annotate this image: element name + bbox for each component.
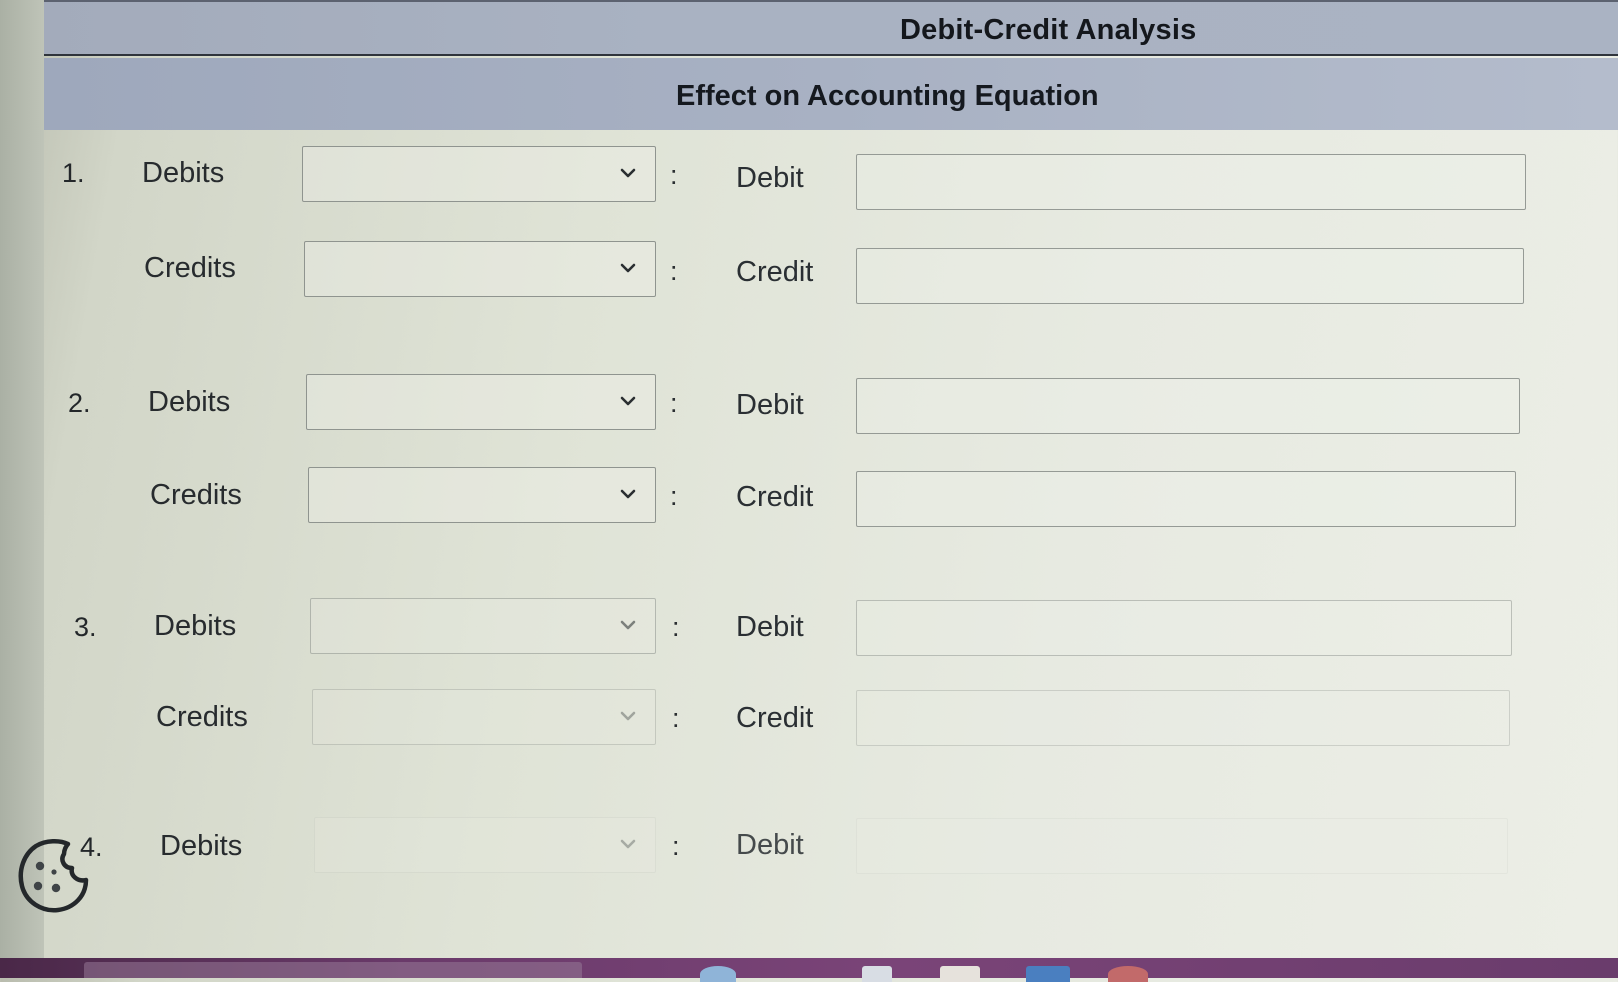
credit-effect-field[interactable] <box>856 690 1510 746</box>
chevron-down-icon <box>620 263 636 273</box>
credits-account-select[interactable] <box>304 241 656 297</box>
credit-effect-field[interactable] <box>856 471 1516 527</box>
taskbar-app-icon[interactable] <box>700 966 736 982</box>
chevron-down-icon <box>620 489 636 499</box>
separator: : <box>672 831 680 861</box>
section-heading: Effect on Accounting Equation <box>676 80 1099 112</box>
taskbar-app-icon[interactable] <box>862 966 892 982</box>
debits-label: Debits <box>142 157 225 189</box>
debit-effect-field[interactable] <box>856 600 1512 656</box>
debits-account-select[interactable] <box>306 374 656 430</box>
separator: : <box>672 703 680 733</box>
cookie-icon[interactable] <box>16 836 90 914</box>
credits-account-select[interactable] <box>312 689 656 745</box>
title-bar: Debit-Credit Analysis <box>44 0 1618 56</box>
row-number: 3. <box>74 612 97 642</box>
credit-label: Credit <box>736 256 814 288</box>
credits-label: Credits <box>156 701 248 733</box>
taskbar-app-icon[interactable] <box>1026 966 1070 982</box>
debit-effect-field[interactable] <box>856 818 1508 874</box>
chevron-down-icon <box>620 620 636 630</box>
taskbar-app-icon[interactable] <box>940 966 980 982</box>
subtitle-bar: Effect on Accounting Equation <box>44 58 1618 130</box>
debit-label: Debit <box>736 162 804 194</box>
debits-label: Debits <box>160 830 243 862</box>
screen: Debit-Credit Analysis Effect on Accounti… <box>0 0 1618 958</box>
row-number: 2. <box>68 388 91 418</box>
credit-label: Credit <box>736 481 814 513</box>
credit-label: Credit <box>736 702 814 734</box>
debits-account-select[interactable] <box>310 598 656 654</box>
debit-effect-field[interactable] <box>856 154 1526 210</box>
chevron-down-icon <box>620 168 636 178</box>
taskbar <box>0 958 1618 982</box>
credits-label: Credits <box>150 479 242 511</box>
debit-label: Debit <box>736 611 804 643</box>
debit-effect-field[interactable] <box>856 378 1520 434</box>
separator: : <box>670 481 678 511</box>
chevron-down-icon <box>620 711 636 721</box>
debit-label: Debit <box>736 389 804 421</box>
debits-account-select[interactable] <box>314 817 656 873</box>
chevron-down-icon <box>620 396 636 406</box>
credits-label: Credits <box>144 252 236 284</box>
chevron-down-icon <box>620 839 636 849</box>
separator: : <box>670 256 678 286</box>
separator: : <box>670 160 678 190</box>
page-title: Debit-Credit Analysis <box>900 14 1197 46</box>
debits-label: Debits <box>148 386 231 418</box>
taskbar-app-icon[interactable] <box>1108 966 1148 982</box>
window-edge <box>0 0 44 958</box>
debits-label: Debits <box>154 610 237 642</box>
credits-account-select[interactable] <box>308 467 656 523</box>
debit-label: Debit <box>736 829 804 861</box>
debits-account-select[interactable] <box>302 146 656 202</box>
separator: : <box>672 612 680 642</box>
row-number: 1. <box>62 158 85 188</box>
separator: : <box>670 388 678 418</box>
credit-effect-field[interactable] <box>856 248 1524 304</box>
taskbar-item[interactable] <box>84 962 582 978</box>
